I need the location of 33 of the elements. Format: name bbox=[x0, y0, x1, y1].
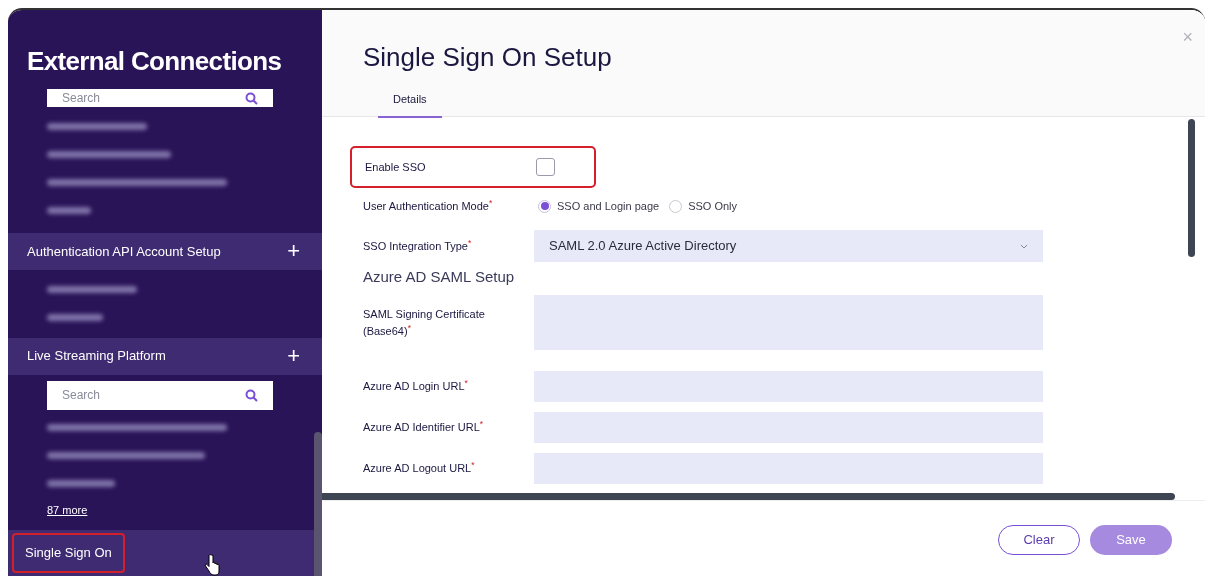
group-header[interactable]: Live Streaming Platform + bbox=[8, 337, 322, 375]
select-field[interactable]: SAML 2.0 Azure Active Directory bbox=[534, 230, 1043, 262]
blurred-text bbox=[47, 480, 115, 488]
checkbox[interactable] bbox=[536, 158, 555, 176]
field-label: SAML Signing Certificate (Base64)$^{*}$ bbox=[363, 307, 486, 339]
more-link[interactable]: 87 more bbox=[47, 501, 88, 519]
chevron-down-icon bbox=[1020, 243, 1028, 249]
field-label: Azure AD Login URL$^{*}$ bbox=[363, 378, 469, 395]
tab[interactable]: Details bbox=[378, 91, 442, 118]
field-label: Enable SSO bbox=[365, 159, 427, 175]
section-heading: Azure AD SAML Setup bbox=[363, 266, 515, 287]
sidebar-title: External Connections bbox=[26, 45, 283, 78]
field-label: Azure AD Identifier URL$^{*}$ bbox=[363, 419, 484, 436]
radio-option[interactable]: SSO and Login page bbox=[538, 197, 660, 215]
expand-icon[interactable]: + bbox=[287, 345, 300, 368]
field-label: User Authentication Mode$^{*}$ bbox=[363, 197, 494, 214]
hand-cursor-icon bbox=[204, 554, 220, 576]
field-label: Azure AD Logout URL$^{*}$ bbox=[363, 460, 476, 477]
dialog-title: Single Sign On Setup bbox=[363, 41, 612, 74]
group-header[interactable]: Authentication API Account Setup + bbox=[8, 232, 322, 270]
radio-option[interactable]: SSO Only bbox=[669, 197, 738, 215]
scrollbar[interactable] bbox=[314, 432, 322, 576]
field-label: SSO Integration Type$^{*}$ bbox=[363, 237, 473, 254]
blurred-text bbox=[47, 207, 91, 215]
search-field[interactable]: Search bbox=[47, 89, 273, 107]
search-field[interactable]: Search bbox=[47, 380, 273, 410]
scrollbar[interactable] bbox=[322, 493, 1175, 500]
search-icon bbox=[245, 91, 258, 105]
scrollbar[interactable] bbox=[1188, 119, 1195, 257]
search-icon bbox=[245, 388, 258, 402]
expand-icon[interactable]: + bbox=[287, 240, 300, 263]
blurred-text bbox=[47, 314, 103, 322]
clear-button[interactable]: Clear bbox=[998, 525, 1080, 555]
